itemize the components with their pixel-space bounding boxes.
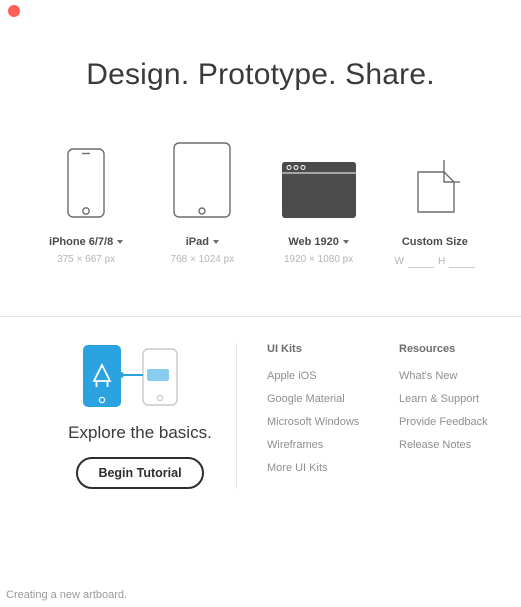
- preset-label: Custom Size: [402, 236, 468, 248]
- custom-page-icon: [383, 140, 487, 218]
- chevron-down-icon: [117, 240, 123, 244]
- resources-column: Resources What's New Learn & Support Pro…: [399, 343, 507, 489]
- lower-section: Explore the basics. Begin Tutorial UI Ki…: [0, 343, 521, 489]
- uikit-link[interactable]: Google Material: [267, 393, 375, 405]
- resource-link[interactable]: Provide Feedback: [399, 416, 507, 428]
- uikit-link[interactable]: More UI Kits: [267, 462, 375, 474]
- uikit-link[interactable]: Apple iOS: [267, 370, 375, 382]
- chevron-down-icon: [343, 240, 349, 244]
- custom-height-input[interactable]: [449, 254, 475, 268]
- preset-dims: 768 × 1024 px: [150, 254, 254, 265]
- preset-custom[interactable]: Custom Size W H: [383, 140, 487, 268]
- preset-web[interactable]: Web 1920 1920 × 1080 px: [267, 140, 371, 268]
- explore-title: Explore the basics.: [44, 423, 236, 443]
- window-titlebar: [0, 0, 521, 22]
- browser-icon: [267, 140, 371, 218]
- artboard-presets: iPhone 6/7/8 375 × 667 px iPad 768 × 102…: [28, 140, 493, 268]
- window-caption: Creating a new artboard.: [6, 589, 127, 601]
- uikits-title: UI Kits: [267, 343, 375, 355]
- phone-icon: [34, 140, 138, 218]
- begin-tutorial-button[interactable]: Begin Tutorial: [76, 457, 203, 489]
- custom-h-label: H: [438, 256, 445, 267]
- section-divider: [0, 316, 521, 317]
- uikit-link[interactable]: Wireframes: [267, 439, 375, 451]
- preset-label: Web 1920: [288, 236, 339, 248]
- preset-dims: 375 × 667 px: [34, 254, 138, 265]
- resource-link[interactable]: Learn & Support: [399, 393, 507, 405]
- resources-title: Resources: [399, 343, 507, 355]
- resource-link[interactable]: What's New: [399, 370, 507, 382]
- preset-dims: 1920 × 1080 px: [267, 254, 371, 265]
- preset-label: iPhone 6/7/8: [49, 236, 113, 248]
- tablet-icon: [150, 140, 254, 218]
- resource-link[interactable]: Release Notes: [399, 439, 507, 451]
- chevron-down-icon: [213, 240, 219, 244]
- preset-label: iPad: [186, 236, 209, 248]
- preset-iphone[interactable]: iPhone 6/7/8 375 × 667 px: [34, 140, 138, 268]
- custom-width-input[interactable]: [408, 254, 434, 268]
- links-panel: UI Kits Apple iOS Google Material Micros…: [236, 343, 507, 489]
- hero-title: Design. Prototype. Share.: [0, 58, 521, 92]
- close-window-dot[interactable]: [8, 5, 20, 17]
- custom-w-label: W: [395, 256, 404, 267]
- explore-panel: Explore the basics. Begin Tutorial: [44, 343, 236, 489]
- uikit-link[interactable]: Microsoft Windows: [267, 416, 375, 428]
- tutorial-illustration: [44, 345, 236, 409]
- preset-ipad[interactable]: iPad 768 × 1024 px: [150, 140, 254, 268]
- uikits-column: UI Kits Apple iOS Google Material Micros…: [267, 343, 375, 489]
